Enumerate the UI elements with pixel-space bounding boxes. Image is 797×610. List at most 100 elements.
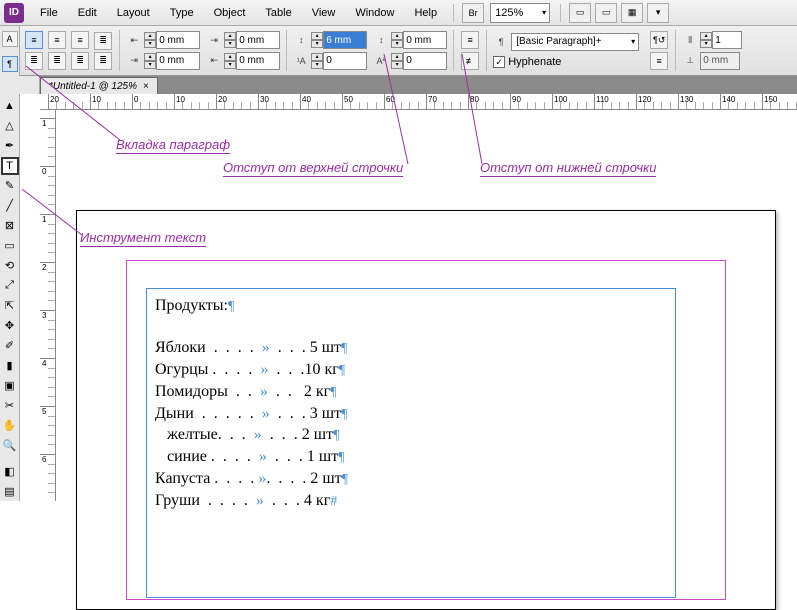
annotation-space-before: Отступ от верхней строчки (223, 160, 403, 175)
indent-last-input[interactable] (236, 52, 280, 70)
app-icon: ID (4, 3, 24, 23)
indent-left-input[interactable] (156, 31, 200, 49)
view-mode-button-1[interactable]: ▭ (569, 3, 591, 23)
space-before-input[interactable] (323, 31, 367, 49)
view-mode-button-4[interactable]: ▾ (647, 3, 669, 23)
separator (560, 4, 561, 22)
spin-down[interactable]: ▾ (311, 40, 323, 48)
view-mode-button-3[interactable]: ▦ (621, 3, 643, 23)
line-tool[interactable]: ╱ (1, 197, 19, 215)
zoom-dropdown[interactable]: 125% (490, 3, 550, 23)
shear-tool[interactable]: ⇱ (1, 297, 19, 315)
indent-right-icon: ⇥ (206, 32, 222, 48)
no-baseline-grid-button[interactable]: ≢ (461, 52, 479, 70)
hand-tool[interactable]: ✋ (1, 416, 19, 434)
justify-right-button[interactable]: ≣ (71, 52, 89, 70)
dropcap-lines-input[interactable] (323, 52, 367, 70)
menu-type[interactable]: Type (160, 3, 204, 23)
menu-window[interactable]: Window (345, 3, 404, 23)
document-tab-title: *Untitled-1 @ 125% (49, 81, 137, 92)
spin-down[interactable]: ▾ (391, 61, 403, 69)
rotate-tool[interactable]: ⟲ (1, 257, 19, 275)
justify-center-button[interactable]: ≣ (48, 52, 66, 70)
document-text[interactable]: Продукты:¶Яблоки . . . . » . . . 5 шт¶Ог… (147, 289, 675, 518)
color-theme-tool[interactable]: ▤ (1, 482, 19, 500)
spin-up[interactable]: ▴ (144, 53, 156, 61)
baseline-grid-button[interactable]: ≡ (461, 31, 479, 49)
space-after-input[interactable] (403, 31, 447, 49)
bridge-button[interactable]: Br (462, 3, 484, 23)
pen-tool[interactable]: ✒ (1, 137, 19, 155)
dropcap-lines-icon: ¹A (293, 53, 309, 69)
spin-up[interactable]: ▴ (311, 53, 323, 61)
spin-down[interactable]: ▾ (700, 40, 712, 48)
dropcap-chars-input[interactable] (403, 52, 447, 70)
vertical-ruler[interactable]: 101234567 (40, 110, 56, 501)
indent-right-input[interactable] (236, 31, 280, 49)
spin-up[interactable]: ▴ (700, 32, 712, 40)
document-tab[interactable]: *Untitled-1 @ 125% × (40, 77, 158, 94)
spin-up[interactable]: ▴ (311, 32, 323, 40)
menu-table[interactable]: Table (255, 3, 301, 23)
rectangle-frame-tool[interactable]: ⊠ (1, 217, 19, 235)
annotation-type-tool: Инструмент текст (80, 230, 206, 245)
horizontal-ruler[interactable]: 2010010203040506070809010011012013014015… (40, 94, 797, 110)
menu-object[interactable]: Object (204, 3, 256, 23)
hyphenate-checkbox[interactable]: ✓ (493, 56, 505, 68)
menu-help[interactable]: Help (404, 3, 447, 23)
gradient-tool[interactable]: ▮ (1, 356, 19, 374)
zoom-tool[interactable]: 🔍 (1, 436, 19, 454)
spin-up[interactable]: ▴ (391, 32, 403, 40)
align-center-button[interactable]: ≡ (48, 31, 66, 49)
document-canvas[interactable]: Продукты:¶Яблоки . . . . » . . . 5 шт¶Ог… (56, 110, 797, 501)
type-tool[interactable]: T (1, 157, 19, 175)
tab-close-button[interactable]: × (143, 81, 149, 92)
para-style-dropdown[interactable]: [Basic Paragraph]+ (511, 33, 639, 51)
view-mode-button-2[interactable]: ▭ (595, 3, 617, 23)
spin-down[interactable]: ▾ (311, 61, 323, 69)
spin-down[interactable]: ▾ (224, 40, 236, 48)
space-before-icon: ↕ (293, 32, 309, 48)
align-left-button[interactable]: ≡ (25, 31, 43, 49)
character-mode-button[interactable]: A (2, 31, 18, 47)
align-spine-button[interactable]: ≣ (94, 52, 112, 70)
free-transform-tool[interactable]: ✥ (1, 317, 19, 335)
menu-edit[interactable]: Edit (68, 3, 107, 23)
fill-stroke-swap[interactable]: ◧ (1, 462, 19, 480)
char-para-switcher: A ¶ (0, 26, 20, 76)
columns-input[interactable] (712, 31, 742, 49)
spin-up[interactable]: ▴ (224, 53, 236, 61)
align-right-button[interactable]: ≡ (71, 31, 89, 49)
spin-up[interactable]: ▴ (391, 53, 403, 61)
eyedropper-tool[interactable]: ✐ (1, 336, 19, 354)
selection-tool[interactable]: ▲ (1, 97, 19, 115)
direct-selection-tool[interactable]: △ (1, 117, 19, 135)
spin-down[interactable]: ▾ (224, 61, 236, 69)
button-tool[interactable]: ▣ (1, 376, 19, 394)
spin-down[interactable]: ▾ (144, 61, 156, 69)
spin-down[interactable]: ▾ (391, 40, 403, 48)
justify-left-button[interactable]: ≣ (25, 52, 43, 70)
baseline-shift-icon: ⟂ (682, 53, 698, 69)
pencil-tool[interactable]: ✎ (1, 177, 19, 195)
separator (486, 30, 487, 71)
spin-down[interactable]: ▾ (144, 40, 156, 48)
para-style-icon: ¶ (493, 34, 509, 50)
paragraph-mode-button[interactable]: ¶ (2, 56, 18, 72)
scale-tool[interactable]: ⤢ (1, 277, 19, 295)
clear-override-button[interactable]: ¶↺ (650, 31, 668, 49)
space-after-icon: ↕ (373, 32, 389, 48)
rectangle-tool[interactable]: ▭ (1, 237, 19, 255)
spin-up[interactable]: ▴ (144, 32, 156, 40)
menu-file[interactable]: File (30, 3, 68, 23)
scissors-tool[interactable]: ✂ (1, 396, 19, 414)
menu-view[interactable]: View (302, 3, 346, 23)
indent-first-input[interactable] (156, 52, 200, 70)
text-frame[interactable]: Продукты:¶Яблоки . . . . » . . . 5 шт¶Ог… (146, 288, 676, 598)
document-tab-bar: *Untitled-1 @ 125% × (0, 76, 797, 94)
col-disabled-input (700, 52, 740, 70)
justify-full-button[interactable]: ≣ (94, 32, 112, 50)
panel-menu-button[interactable]: ≡ (650, 52, 668, 70)
spin-up[interactable]: ▴ (224, 32, 236, 40)
menu-layout[interactable]: Layout (107, 3, 160, 23)
